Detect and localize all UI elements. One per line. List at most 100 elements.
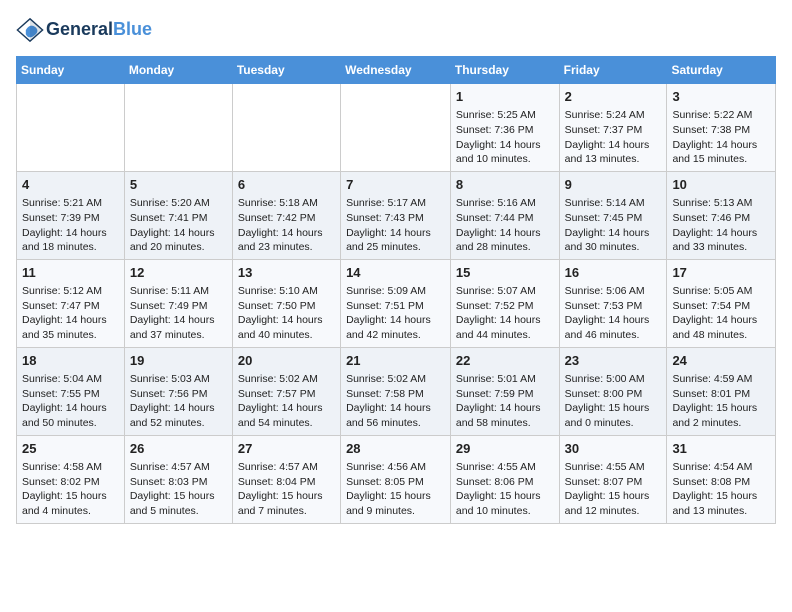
day-number: 19	[130, 352, 227, 370]
weekday-header-sunday: Sunday	[17, 57, 125, 84]
day-number: 6	[238, 176, 335, 194]
day-info: Sunrise: 4:56 AMSunset: 8:05 PMDaylight:…	[346, 460, 445, 519]
day-number: 1	[456, 88, 554, 106]
page-header: GeneralBlue	[16, 16, 776, 44]
calendar-day-30: 30 Sunrise: 4:55 AMSunset: 8:07 PMDayligh…	[559, 435, 667, 523]
day-info: Sunrise: 5:11 AMSunset: 7:49 PMDaylight:…	[130, 284, 227, 343]
weekday-header-monday: Monday	[124, 57, 232, 84]
logo-text: GeneralBlue	[46, 20, 152, 40]
day-info: Sunrise: 5:21 AMSunset: 7:39 PMDaylight:…	[22, 196, 119, 255]
day-info: Sunrise: 4:55 AMSunset: 8:07 PMDaylight:…	[565, 460, 662, 519]
calendar-day-23: 23 Sunrise: 5:00 AMSunset: 8:00 PMDayligh…	[559, 347, 667, 435]
day-info: Sunrise: 5:22 AMSunset: 7:38 PMDaylight:…	[672, 108, 770, 167]
calendar-week-3: 11 Sunrise: 5:12 AMSunset: 7:47 PMDayligh…	[17, 259, 776, 347]
day-number: 27	[238, 440, 335, 458]
calendar-day-11: 11 Sunrise: 5:12 AMSunset: 7:47 PMDayligh…	[17, 259, 125, 347]
day-info: Sunrise: 5:09 AMSunset: 7:51 PMDaylight:…	[346, 284, 445, 343]
day-info: Sunrise: 5:24 AMSunset: 7:37 PMDaylight:…	[565, 108, 662, 167]
day-info: Sunrise: 4:59 AMSunset: 8:01 PMDaylight:…	[672, 372, 770, 431]
weekday-row: SundayMondayTuesdayWednesdayThursdayFrid…	[17, 57, 776, 84]
day-number: 30	[565, 440, 662, 458]
day-number: 20	[238, 352, 335, 370]
day-info: Sunrise: 5:02 AMSunset: 7:58 PMDaylight:…	[346, 372, 445, 431]
calendar-day-6: 6 Sunrise: 5:18 AMSunset: 7:42 PMDaylight…	[232, 171, 340, 259]
day-number: 23	[565, 352, 662, 370]
calendar-day-5: 5Sunrise: 5:20 AMSunset: 7:41 PMDaylight…	[124, 171, 232, 259]
calendar-day-10: 10Sunrise: 5:13 AMSunset: 7:46 PMDayligh…	[667, 171, 776, 259]
calendar-empty	[124, 84, 232, 172]
day-number: 14	[346, 264, 445, 282]
day-info: Sunrise: 4:55 AMSunset: 8:06 PMDaylight:…	[456, 460, 554, 519]
calendar-empty	[17, 84, 125, 172]
day-number: 22	[456, 352, 554, 370]
day-number: 11	[22, 264, 119, 282]
day-info: Sunrise: 5:25 AMSunset: 7:36 PMDaylight:…	[456, 108, 554, 167]
day-info: Sunrise: 5:03 AMSunset: 7:56 PMDaylight:…	[130, 372, 227, 431]
calendar-week-4: 18Sunrise: 5:04 AMSunset: 7:55 PMDayligh…	[17, 347, 776, 435]
calendar-day-9: 9 Sunrise: 5:14 AMSunset: 7:45 PMDaylight…	[559, 171, 667, 259]
day-number: 28	[346, 440, 445, 458]
day-info: Sunrise: 5:12 AMSunset: 7:47 PMDaylight:…	[22, 284, 119, 343]
calendar-day-1: 1 Sunrise: 5:25 AMSunset: 7:36 PMDaylight…	[450, 84, 559, 172]
logo: GeneralBlue	[16, 16, 152, 44]
calendar-day-16: 16 Sunrise: 5:06 AMSunset: 7:53 PMDayligh…	[559, 259, 667, 347]
calendar-day-31: 31 Sunrise: 4:54 AMSunset: 8:08 PMDayligh…	[667, 435, 776, 523]
calendar-day-15: 15Sunrise: 5:07 AMSunset: 7:52 PMDayligh…	[450, 259, 559, 347]
day-number: 9	[565, 176, 662, 194]
day-number: 8	[456, 176, 554, 194]
day-info: Sunrise: 5:18 AMSunset: 7:42 PMDaylight:…	[238, 196, 335, 255]
day-number: 18	[22, 352, 119, 370]
weekday-header-thursday: Thursday	[450, 57, 559, 84]
day-info: Sunrise: 5:13 AMSunset: 7:46 PMDaylight:…	[672, 196, 770, 255]
calendar-day-18: 18Sunrise: 5:04 AMSunset: 7:55 PMDayligh…	[17, 347, 125, 435]
calendar-day-2: 2 Sunrise: 5:24 AMSunset: 7:37 PMDaylight…	[559, 84, 667, 172]
calendar-day-7: 7 Sunrise: 5:17 AMSunset: 7:43 PMDaylight…	[341, 171, 451, 259]
calendar-day-19: 19 Sunrise: 5:03 AMSunset: 7:56 PMDayligh…	[124, 347, 232, 435]
weekday-header-saturday: Saturday	[667, 57, 776, 84]
calendar-day-28: 28 Sunrise: 4:56 AMSunset: 8:05 PMDayligh…	[341, 435, 451, 523]
day-number: 16	[565, 264, 662, 282]
calendar-empty	[232, 84, 340, 172]
calendar-day-12: 12 Sunrise: 5:11 AMSunset: 7:49 PMDayligh…	[124, 259, 232, 347]
calendar-table: SundayMondayTuesdayWednesdayThursdayFrid…	[16, 56, 776, 524]
calendar-day-27: 27 Sunrise: 4:57 AMSunset: 8:04 PMDayligh…	[232, 435, 340, 523]
day-number: 24	[672, 352, 770, 370]
weekday-header-tuesday: Tuesday	[232, 57, 340, 84]
day-number: 12	[130, 264, 227, 282]
calendar-empty	[341, 84, 451, 172]
day-number: 25	[22, 440, 119, 458]
day-info: Sunrise: 5:20 AMSunset: 7:41 PMDaylight:…	[130, 196, 227, 255]
day-info: Sunrise: 5:16 AMSunset: 7:44 PMDaylight:…	[456, 196, 554, 255]
day-info: Sunrise: 5:14 AMSunset: 7:45 PMDaylight:…	[565, 196, 662, 255]
day-info: Sunrise: 5:10 AMSunset: 7:50 PMDaylight:…	[238, 284, 335, 343]
calendar-header: SundayMondayTuesdayWednesdayThursdayFrid…	[17, 57, 776, 84]
logo-icon	[16, 16, 44, 44]
calendar-week-5: 25 Sunrise: 4:58 AMSunset: 8:02 PMDayligh…	[17, 435, 776, 523]
day-number: 29	[456, 440, 554, 458]
day-info: Sunrise: 5:00 AMSunset: 8:00 PMDaylight:…	[565, 372, 662, 431]
day-info: Sunrise: 4:54 AMSunset: 8:08 PMDaylight:…	[672, 460, 770, 519]
day-number: 31	[672, 440, 770, 458]
day-info: Sunrise: 5:01 AMSunset: 7:59 PMDaylight:…	[456, 372, 554, 431]
day-info: Sunrise: 5:07 AMSunset: 7:52 PMDaylight:…	[456, 284, 554, 343]
day-info: Sunrise: 5:06 AMSunset: 7:53 PMDaylight:…	[565, 284, 662, 343]
day-number: 7	[346, 176, 445, 194]
day-number: 26	[130, 440, 227, 458]
day-info: Sunrise: 4:58 AMSunset: 8:02 PMDaylight:…	[22, 460, 119, 519]
calendar-day-20: 20Sunrise: 5:02 AMSunset: 7:57 PMDayligh…	[232, 347, 340, 435]
day-info: Sunrise: 4:57 AMSunset: 8:03 PMDaylight:…	[130, 460, 227, 519]
calendar-day-3: 3 Sunrise: 5:22 AMSunset: 7:38 PMDaylight…	[667, 84, 776, 172]
calendar-day-22: 22 Sunrise: 5:01 AMSunset: 7:59 PMDayligh…	[450, 347, 559, 435]
calendar-day-21: 21 Sunrise: 5:02 AMSunset: 7:58 PMDayligh…	[341, 347, 451, 435]
day-number: 21	[346, 352, 445, 370]
day-number: 17	[672, 264, 770, 282]
day-number: 2	[565, 88, 662, 106]
day-info: Sunrise: 5:17 AMSunset: 7:43 PMDaylight:…	[346, 196, 445, 255]
calendar-day-13: 13Sunrise: 5:10 AMSunset: 7:50 PMDayligh…	[232, 259, 340, 347]
calendar-day-24: 24 Sunrise: 4:59 AMSunset: 8:01 PMDayligh…	[667, 347, 776, 435]
calendar-day-25: 25 Sunrise: 4:58 AMSunset: 8:02 PMDayligh…	[17, 435, 125, 523]
day-info: Sunrise: 4:57 AMSunset: 8:04 PMDaylight:…	[238, 460, 335, 519]
calendar-week-2: 4Sunrise: 5:21 AMSunset: 7:39 PMDaylight…	[17, 171, 776, 259]
day-number: 3	[672, 88, 770, 106]
weekday-header-friday: Friday	[559, 57, 667, 84]
